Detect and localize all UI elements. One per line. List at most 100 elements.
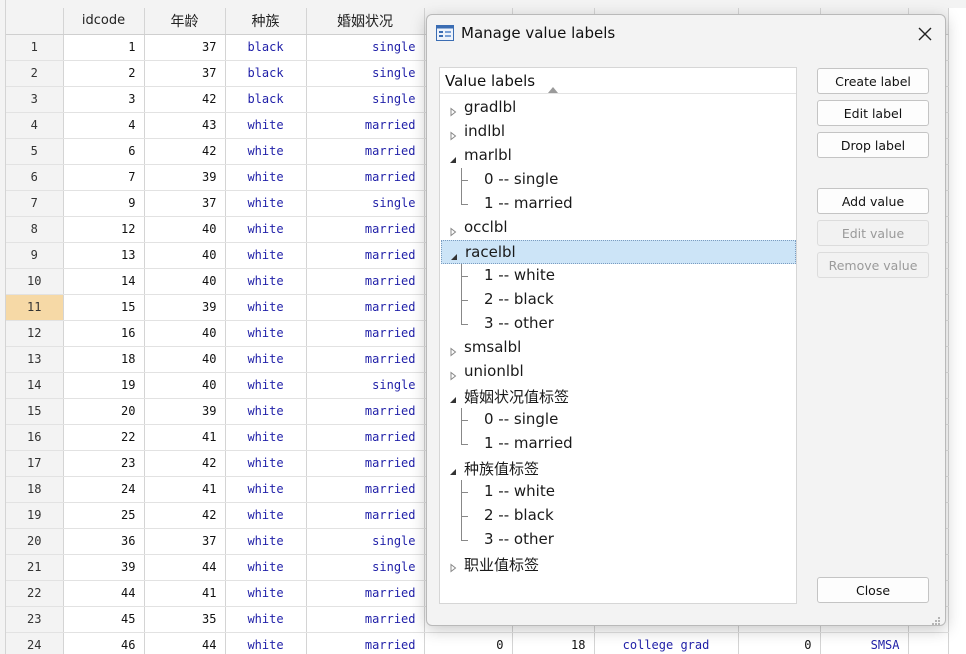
collapsed-triangle-icon[interactable] <box>448 343 458 357</box>
row-number-cell[interactable]: 4 <box>6 112 64 139</box>
idcode-cell[interactable]: 3 <box>63 86 145 113</box>
age-cell[interactable]: 41 <box>144 476 226 503</box>
tree-value-node[interactable]: 1 -- married <box>441 432 796 456</box>
row-number-cell[interactable]: 22 <box>6 580 64 607</box>
expanded-triangle-icon[interactable] <box>448 151 458 163</box>
idcode-cell[interactable]: 25 <box>63 502 145 529</box>
row-number-cell[interactable]: 9 <box>6 242 64 269</box>
race-cell[interactable]: white <box>225 294 307 321</box>
idcode-cell[interactable]: 2 <box>63 60 145 87</box>
idcode-cell[interactable]: 23 <box>63 450 145 477</box>
marital-cell[interactable]: married <box>306 606 425 633</box>
remove-value-button[interactable]: Remove value <box>817 252 929 278</box>
extra-cell[interactable]: SMSA <box>820 632 909 654</box>
tree-label-node[interactable]: gradlbl <box>441 96 796 120</box>
tree-label-node[interactable]: unionlbl <box>441 360 796 384</box>
idcode-cell[interactable]: 45 <box>63 606 145 633</box>
row-number-cell[interactable]: 3 <box>6 86 64 113</box>
idcode-cell[interactable]: 16 <box>63 320 145 347</box>
race-cell[interactable]: white <box>225 502 307 529</box>
value-labels-tree[interactable]: Value labels gradlbl indlbl marlbl 0 -- sin… <box>439 67 797 604</box>
row-number-cell[interactable]: 14 <box>6 372 64 399</box>
row-number-cell[interactable]: 11 <box>6 294 64 321</box>
age-cell[interactable]: 39 <box>144 294 226 321</box>
race-cell[interactable]: black <box>225 34 307 61</box>
marital-cell[interactable]: single <box>306 60 425 87</box>
marital-cell[interactable]: married <box>306 112 425 139</box>
row-number-header[interactable] <box>6 8 64 35</box>
idcode-cell[interactable]: 6 <box>63 138 145 165</box>
marital-cell[interactable]: single <box>306 372 425 399</box>
extra-cell[interactable]: college grad <box>594 632 739 654</box>
marital-cell[interactable]: married <box>306 294 425 321</box>
age-cell[interactable]: 37 <box>144 34 226 61</box>
idcode-cell[interactable]: 46 <box>63 632 145 654</box>
tree-value-node[interactable]: 3 -- other <box>441 312 796 336</box>
row-number-cell[interactable]: 16 <box>6 424 64 451</box>
age-cell[interactable]: 41 <box>144 424 226 451</box>
create-label-button[interactable]: Create label <box>817 68 929 94</box>
tree-label-node[interactable]: 种族值标签 <box>441 456 796 480</box>
age-cell[interactable]: 37 <box>144 60 226 87</box>
row-number-cell[interactable]: 18 <box>6 476 64 503</box>
race-cell[interactable]: white <box>225 112 307 139</box>
close-icon[interactable] <box>911 21 939 47</box>
row-number-cell[interactable]: 10 <box>6 268 64 295</box>
tree-column-header[interactable]: Value labels <box>440 68 796 94</box>
tree-label-node[interactable]: racelbl <box>441 240 796 264</box>
row-number-cell[interactable]: 12 <box>6 320 64 347</box>
extra-cell[interactable]: 0 <box>738 632 821 654</box>
age-cell[interactable]: 40 <box>144 372 226 399</box>
idcode-cell[interactable]: 7 <box>63 164 145 191</box>
tree-label-node[interactable]: occlbl <box>441 216 796 240</box>
row-number-cell[interactable]: 7 <box>6 190 64 217</box>
race-cell[interactable]: white <box>225 216 307 243</box>
idcode-cell[interactable]: 13 <box>63 242 145 269</box>
row-number-cell[interactable]: 8 <box>6 216 64 243</box>
race-cell[interactable]: white <box>225 554 307 581</box>
tree-value-node[interactable]: 3 -- other <box>441 528 796 552</box>
tree-label-node[interactable]: indlbl <box>441 120 796 144</box>
idcode-cell[interactable]: 18 <box>63 346 145 373</box>
race-cell[interactable]: white <box>225 242 307 269</box>
idcode-cell[interactable]: 14 <box>63 268 145 295</box>
marital-cell[interactable]: married <box>306 268 425 295</box>
tree-label-node[interactable]: 婚姻状况值标签 <box>441 384 796 408</box>
idcode-cell[interactable]: 9 <box>63 190 145 217</box>
marital-cell[interactable]: married <box>306 346 425 373</box>
marital-cell[interactable]: single <box>306 190 425 217</box>
tree-label-node[interactable]: smsalbl <box>441 336 796 360</box>
edit-label-button[interactable]: Edit label <box>817 100 929 126</box>
row-number-cell[interactable]: 23 <box>6 606 64 633</box>
age-cell[interactable]: 40 <box>144 346 226 373</box>
age-cell[interactable]: 37 <box>144 528 226 555</box>
race-cell[interactable]: white <box>225 450 307 477</box>
resize-grip-icon[interactable] <box>931 611 941 630</box>
hidden-cell[interactable] <box>908 632 949 654</box>
tree-value-node[interactable]: 1 -- white <box>441 264 796 288</box>
idcode-cell[interactable]: 4 <box>63 112 145 139</box>
race-cell[interactable]: white <box>225 372 307 399</box>
tree-value-node[interactable]: 0 -- single <box>441 408 796 432</box>
column-header-age[interactable]: 年龄 <box>144 8 226 35</box>
idcode-cell[interactable]: 44 <box>63 580 145 607</box>
expanded-triangle-icon[interactable] <box>448 391 458 403</box>
race-cell[interactable]: white <box>225 138 307 165</box>
race-cell[interactable]: white <box>225 346 307 373</box>
age-cell[interactable]: 35 <box>144 606 226 633</box>
tree-value-node[interactable]: 1 -- white <box>441 480 796 504</box>
row-number-cell[interactable]: 15 <box>6 398 64 425</box>
marital-cell[interactable]: married <box>306 424 425 451</box>
age-cell[interactable]: 40 <box>144 320 226 347</box>
age-cell[interactable]: 39 <box>144 398 226 425</box>
marital-cell[interactable]: married <box>306 502 425 529</box>
race-cell[interactable]: white <box>225 424 307 451</box>
row-number-cell[interactable]: 13 <box>6 346 64 373</box>
row-number-cell[interactable]: 24 <box>6 632 64 654</box>
column-header-marital[interactable]: 婚姻状况 <box>306 8 425 35</box>
drop-label-button[interactable]: Drop label <box>817 132 929 158</box>
tree-value-node[interactable]: 2 -- black <box>441 288 796 312</box>
tree-value-node[interactable]: 0 -- single <box>441 168 796 192</box>
idcode-cell[interactable]: 1 <box>63 34 145 61</box>
marital-cell[interactable]: married <box>306 164 425 191</box>
